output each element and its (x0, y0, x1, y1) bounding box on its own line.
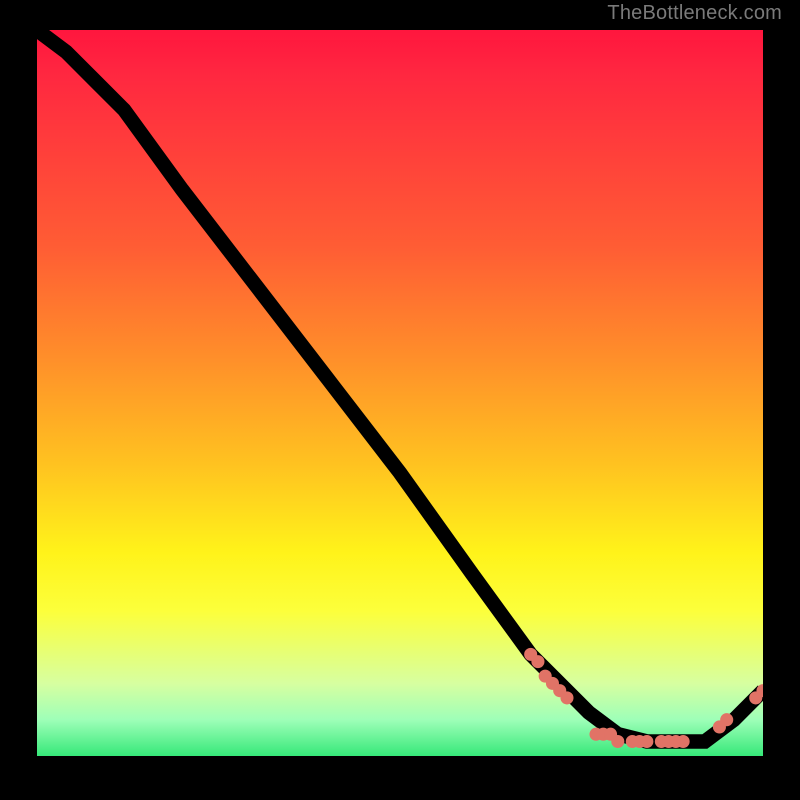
chart-area (37, 30, 763, 756)
attribution-text: TheBottleneck.com (607, 2, 782, 25)
chart-marker (611, 735, 624, 748)
chart-marker (531, 655, 544, 668)
chart-svg (37, 30, 763, 756)
chart-line (37, 30, 763, 741)
chart-marker (560, 691, 573, 704)
chart-marker (720, 713, 733, 726)
chart-marker (677, 735, 690, 748)
chart-marker (640, 735, 653, 748)
